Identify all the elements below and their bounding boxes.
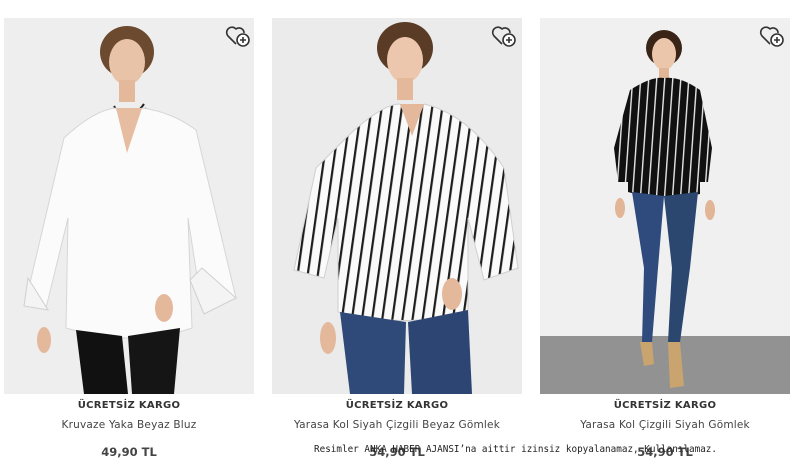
product-card[interactable]: ÜCRETSİZ KARGO Yarasa Kol Çizgili Siyah … — [540, 0, 795, 467]
free-shipping-badge: ÜCRETSİZ KARGO — [345, 400, 449, 411]
product-image[interactable] — [540, 18, 790, 394]
free-shipping-badge: ÜCRETSİZ KARGO — [77, 400, 181, 411]
product-card[interactable]: ÜCRETSİZ KARGO Yarasa Kol Siyah Çizgili … — [272, 0, 527, 467]
heart-plus-icon[interactable] — [759, 24, 785, 48]
free-shipping-badge: ÜCRETSİZ KARGO — [613, 400, 717, 411]
heart-plus-icon[interactable] — [491, 24, 517, 48]
product-image[interactable] — [272, 18, 522, 394]
product-name[interactable]: Yarasa Kol Siyah Çizgili Beyaz Gömlek — [272, 419, 522, 431]
product-name[interactable]: Yarasa Kol Çizgili Siyah Gömlek — [540, 419, 790, 431]
product-name[interactable]: Kruvaze Yaka Beyaz Bluz — [4, 419, 254, 431]
product-image[interactable] — [4, 18, 254, 394]
product-card[interactable]: ÜCRETSİZ KARGO Kruvaze Yaka Beyaz Bluz 4… — [4, 0, 259, 467]
heart-plus-icon[interactable] — [225, 24, 251, 48]
product-grid: ÜCRETSİZ KARGO Kruvaze Yaka Beyaz Bluz 4… — [0, 0, 800, 467]
product-price: 49,90 TL — [101, 445, 157, 459]
copyright-watermark: Resimler ANKA HABER AJANSI’na aittir izi… — [314, 444, 717, 455]
